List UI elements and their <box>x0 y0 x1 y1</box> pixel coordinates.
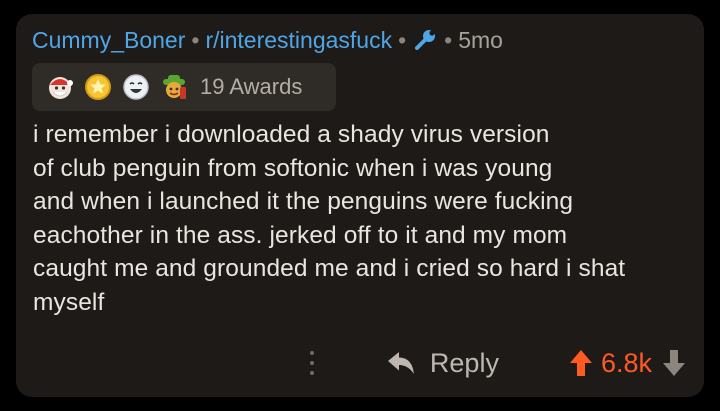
awards-bar[interactable]: 19 Awards <box>32 63 336 111</box>
reply-arrow-icon <box>387 352 414 374</box>
comment-body-line: and when i launched it the penguins were… <box>33 188 574 215</box>
downvote-arrow-icon[interactable] <box>662 349 686 377</box>
vote-score: 6.8k <box>600 347 652 378</box>
meta-separator: • <box>444 26 453 53</box>
comment-body-line: i remember i downloaded a shady virus ve… <box>33 121 550 148</box>
comment-body-line: of club penguin from softonic when i was… <box>33 154 553 182</box>
comment-body: i remember i downloaded a shady virus ve… <box>33 118 703 319</box>
author-link[interactable]: Cummy_Boner <box>32 27 185 54</box>
santa-award-icon <box>46 73 74 101</box>
cowboy-award-icon <box>160 73 188 101</box>
comment-age: 5mo <box>458 26 503 53</box>
meta-separator: • <box>398 26 407 53</box>
comment-body-line: myself <box>33 288 105 316</box>
comment-body-line: caught me and grounded me and i cried so… <box>33 255 626 282</box>
more-options-icon[interactable] <box>309 351 314 375</box>
comment-meta: Cummy_Boner • r/interestingasfuck • • 5m… <box>32 26 503 54</box>
comment-body-line: eachother in the ass. jerked off to it a… <box>33 221 568 249</box>
subreddit-link[interactable]: r/interestingasfuck <box>205 27 392 54</box>
laughing-face-award-icon <box>122 73 150 101</box>
gold-medal-award-icon <box>84 73 112 101</box>
awards-count: 19 Awards <box>200 74 303 99</box>
wrench-icon <box>414 28 438 52</box>
vote-controls: 6.8k <box>569 348 686 379</box>
reply-label: Reply <box>429 347 499 378</box>
comment-card: Cummy_Boner • r/interestingasfuck • • 5m… <box>16 14 704 397</box>
comment-actions: Reply 6.8k <box>309 344 686 382</box>
upvote-arrow-icon[interactable] <box>569 349 593 377</box>
meta-separator: • <box>191 26 200 53</box>
reply-button[interactable]: Reply <box>386 348 499 379</box>
